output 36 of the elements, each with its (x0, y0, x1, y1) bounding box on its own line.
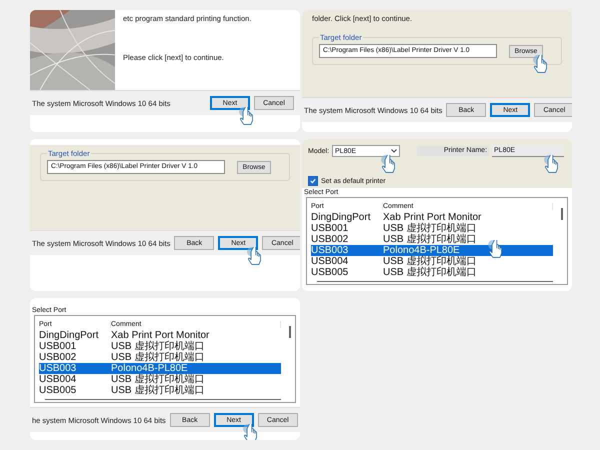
list-row[interactable]: USB003 Polono4B-PL80E (311, 245, 553, 256)
table-cell-text: USB 虚拟打印机端口 (111, 374, 206, 385)
table-cell-text: USB002 (39, 352, 78, 363)
list-row[interactable]: USB001 USB 虚拟打印机端口 (39, 341, 281, 352)
list-row[interactable]: USB004 USB 虚拟打印机端口 (311, 256, 553, 267)
list-row[interactable]: DingDingPort Xab Print Port Monitor (39, 330, 281, 341)
table-cell-text: Polono4B-PL80E (111, 363, 188, 374)
list-row[interactable]: USB005 USB 虚拟打印机端口 (311, 267, 553, 278)
list-row[interactable]: USB005 USB 虚拟打印机端口 (39, 385, 281, 396)
table-cell-text: USB001 (39, 341, 78, 352)
table-cell-text: USB 虚拟打印机端口 (383, 256, 478, 267)
table-cell-text: USB 虚拟打印机端口 (383, 267, 478, 278)
table-cell-text: USB003 (39, 363, 78, 374)
list-row[interactable]: DingDingPort Xab Print Port Monitor (311, 212, 553, 223)
table-cell-text: USB 虚拟打印机端口 (111, 352, 206, 363)
table-cell-text: USB 虚拟打印机端口 (111, 385, 206, 396)
table-cell-text: USB004 (311, 256, 350, 267)
table-cell-text: USB003 (311, 245, 350, 256)
list-row[interactable]: USB004 USB 虚拟打印机端口 (39, 374, 281, 385)
table-cell-text: USB004 (39, 374, 78, 385)
table-cell-text: USB002 (311, 234, 350, 245)
table-cell-text: USB 虚拟打印机端口 (383, 234, 478, 245)
table-cell-text: DingDingPort (311, 212, 372, 223)
table-cell-text: USB 虚拟打印机端口 (111, 341, 206, 352)
list-row[interactable]: USB002 USB 虚拟打印机端口 (311, 234, 553, 245)
table-cell-text: USB 虚拟打印机端口 (383, 223, 478, 234)
table-cell-text: Xab Print Port Monitor (383, 212, 482, 223)
table-cell-text: Xab Print Port Monitor (111, 330, 210, 341)
list-row[interactable]: USB001 USB 虚拟打印机端口 (311, 223, 553, 234)
table-cell-text: USB001 (311, 223, 350, 234)
list-row[interactable]: USB003 Polono4B-PL80E (39, 363, 281, 374)
table-cell-text: USB005 (39, 385, 78, 396)
table-cell-text: DingDingPort (39, 330, 100, 341)
list-row[interactable]: USB002 USB 虚拟打印机端口 (39, 352, 281, 363)
table-cell-text: USB005 (311, 267, 350, 278)
table-cell-text: Polono4B-PL80E (383, 245, 460, 256)
